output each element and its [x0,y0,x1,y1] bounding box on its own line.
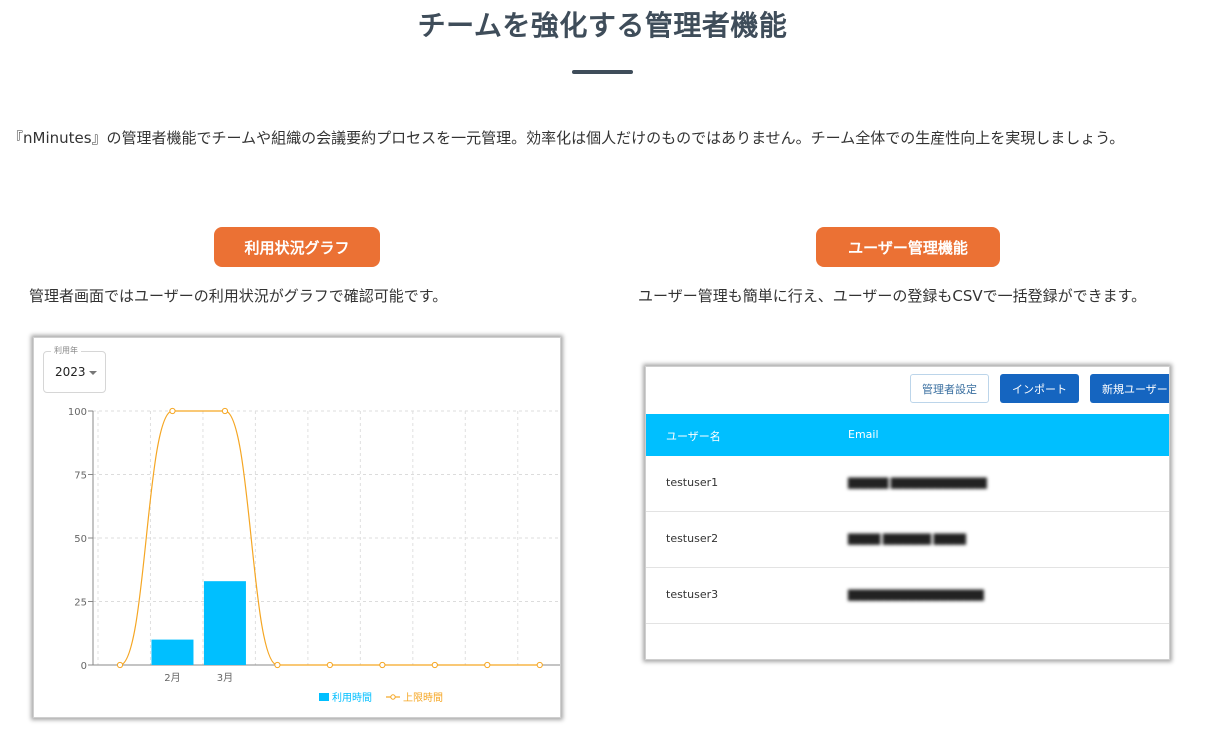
table-row[interactable]: testuser3 ▇▇▇▇▇▇▇▇▇▇▇▇▇▇▇▇▇ [646,568,1169,624]
usage-graph-pill: 利用状況グラフ [214,227,380,267]
row-email: ▇▇▇▇▇ ▇▇▇▇▇▇▇▇▇▇▇▇ [848,476,987,489]
legend-usage-swatch [319,693,329,701]
x-tick-label: 3月 [217,672,233,684]
line-point-4月 [274,661,281,669]
column-header-username: ユーザー名 [666,430,721,443]
usage-graph-description: 管理者画面ではユーザーの利用状況がグラフで確認可能です。 [29,287,448,305]
bar-usage-3月 [203,581,246,665]
user-management-description: ユーザー管理も簡単に行え、ユーザーの登録もCSVで一括登録ができます。 [638,287,1147,305]
y-tick-label: 75 [74,471,87,482]
year-select-value: 2023 [55,365,86,379]
line-point-5月 [326,661,333,669]
row-username: testuser2 [666,532,719,545]
bar-usage-2月 [151,639,194,665]
y-tick-label: 50 [74,534,87,545]
page-title: チームを強化する管理者機能 [417,9,788,42]
line-point-2月 [169,407,176,415]
legend-usage-label: 利用時間 [332,692,372,704]
user-table-card: 管理者設定 インポート 新規ユーザー ユーザー名 Email testuser1… [645,366,1170,660]
import-button[interactable]: インポート [1000,374,1079,403]
column-header-email: Email [848,428,879,441]
year-select-label: 利用年 [51,345,81,356]
intro-text: 『nMinutes』の管理者機能でチームや組織の会議要約プロセスを一元管理。効率… [8,129,1125,147]
line-point-3月 [221,407,229,415]
y-tick-label: 100 [68,407,87,418]
row-email: ▇▇▇▇ ▇▇▇▇▇▇ ▇▇▇▇ [848,532,966,545]
table-row[interactable]: testuser2 ▇▇▇▇ ▇▇▇▇▇▇ ▇▇▇▇ [646,512,1169,568]
usage-chart: 0 25 50 75 100 2月 3月利用時間 上限時間 [68,407,560,704]
year-select[interactable]: 利用年 2023 [43,345,106,393]
usage-chart-card: 0 25 50 75 100 2月 3月利用時間 上限時間 利用年 2023 [33,337,561,718]
y-tick-label: 0 [81,661,87,672]
row-username: testuser1 [666,476,719,489]
admin-settings-button[interactable]: 管理者設定 [910,374,989,403]
line-point-9月 [536,661,543,669]
table-header: ユーザー名 Email [646,414,1169,456]
legend-limit-label: 上限時間 [403,692,443,704]
new-user-button[interactable]: 新規ユーザー [1090,374,1169,403]
line-point-8月 [484,661,491,669]
line-point-1月 [116,661,124,669]
caret-down-icon [89,371,97,375]
row-email: ▇▇▇▇▇▇▇▇▇▇▇▇▇▇▇▇▇ [848,588,984,601]
x-tick-label: 2月 [164,672,180,684]
user-management-pill: ユーザー管理機能 [816,227,1000,267]
y-tick-label: 25 [74,598,87,609]
table-row[interactable]: testuser1 ▇▇▇▇▇ ▇▇▇▇▇▇▇▇▇▇▇▇ [646,456,1169,512]
line-point-7月 [431,661,438,669]
title-underline [572,70,633,74]
row-username: testuser3 [666,588,719,601]
legend-limit-marker [390,694,396,700]
line-point-6月 [379,661,386,669]
